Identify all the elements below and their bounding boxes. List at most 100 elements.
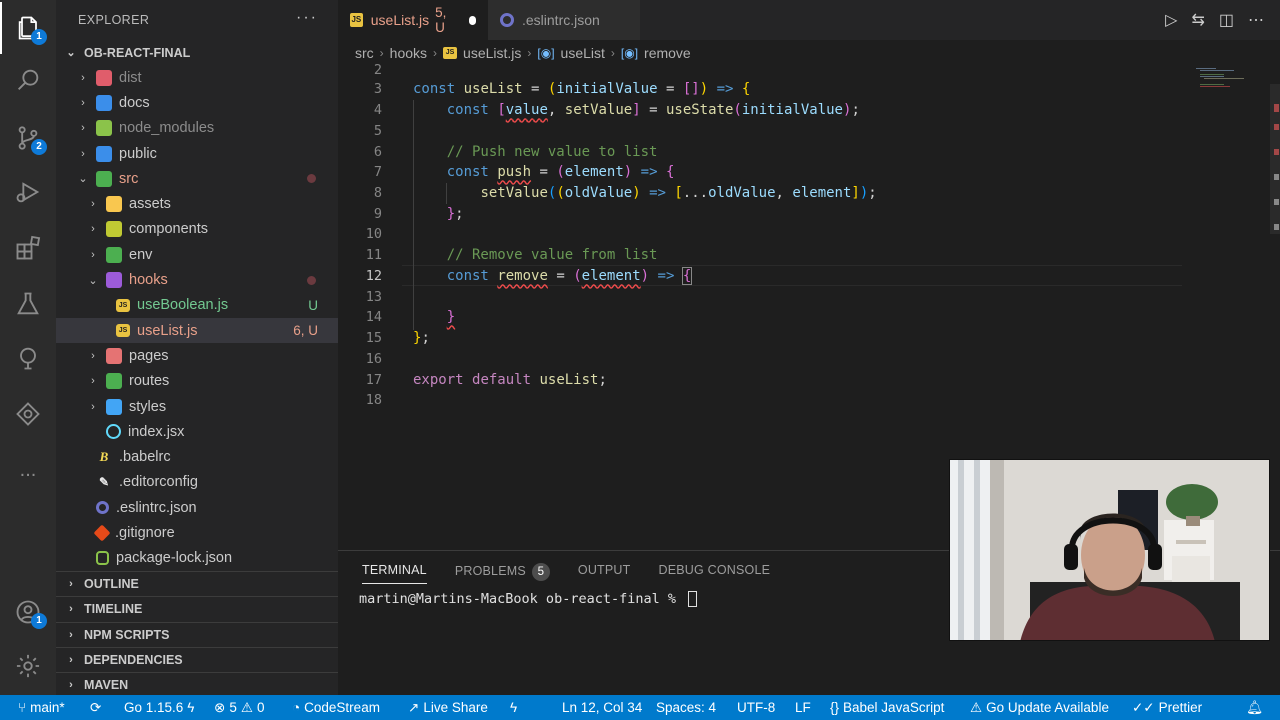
code-text: }; xyxy=(413,330,430,347)
activity-bar: 1 2 ... 1 xyxy=(0,0,56,695)
sync-icon[interactable]: ⟳ xyxy=(90,695,101,720)
chevron-right-icon: › xyxy=(610,46,615,60)
tree-item-dist[interactable]: › dist xyxy=(56,65,338,90)
section-label: DEPENDENCIES xyxy=(84,652,183,667)
tree-item-routes[interactable]: › routes xyxy=(56,369,338,394)
section-outline[interactable]: › OUTLINE xyxy=(56,570,338,596)
folder-routes-icon xyxy=(106,373,122,390)
extensions-icon[interactable] xyxy=(0,222,56,274)
tab-uselist[interactable]: JS useList.js 5, U xyxy=(338,0,488,40)
lightning-icon[interactable]: ϟ xyxy=(510,695,517,720)
run-icon[interactable]: ▷ xyxy=(1165,10,1177,30)
tree-item-editorconfig[interactable]: ✎ .editorconfig xyxy=(56,470,338,495)
notifications-bell-icon[interactable]: 🔔︎ xyxy=(1246,695,1263,720)
remote-explorer-icon[interactable] xyxy=(0,332,56,384)
tree-item-hooks[interactable]: ⌄ hooks xyxy=(56,267,338,292)
webcam-image xyxy=(950,460,1269,640)
tab-eslintrc[interactable]: .eslintrc.json xyxy=(488,0,640,40)
codestream-icon: ◔ xyxy=(292,700,301,715)
branch-indicator[interactable]: ⑂ main* xyxy=(18,695,65,720)
settings-gear-icon[interactable] xyxy=(0,640,56,692)
folder-pages-icon xyxy=(106,347,122,364)
line-number: 15 xyxy=(365,330,382,347)
unsaved-dot-icon[interactable] xyxy=(468,15,477,25)
tree-item-label: package-lock.json xyxy=(116,550,233,567)
cursor-position[interactable]: Ln 12, Col 34 xyxy=(562,695,642,720)
line-number: 9 xyxy=(373,206,382,223)
tree-item-docs[interactable]: › docs xyxy=(56,90,338,115)
go-version[interactable]: Go 1.15.6 ϟ xyxy=(124,695,194,720)
source-control-icon[interactable]: 2 xyxy=(0,112,56,164)
tree-item-package-lock[interactable]: package-lock.json xyxy=(56,546,338,571)
prettier-button[interactable]: ✓✓ Prettier xyxy=(1132,695,1202,720)
section-timeline[interactable]: › TIMELINE xyxy=(56,596,338,621)
tree-item-useboolean[interactable]: JS useBoolean.js U xyxy=(56,293,338,318)
minimap[interactable] xyxy=(1196,66,1266,96)
tree-item-uselist[interactable]: JS useList.js 6, U xyxy=(56,317,338,344)
tab-terminal[interactable]: TERMINAL xyxy=(362,563,427,584)
section-dependencies[interactable]: › DEPENDENCIES xyxy=(56,646,338,672)
tree-item-public[interactable]: › public xyxy=(56,141,338,166)
terminal-output[interactable]: martin@Martins-MacBook ob-react-final % xyxy=(359,591,698,607)
warning-icon: ⚠ xyxy=(240,699,253,715)
tree-item-pages[interactable]: › pages xyxy=(56,343,338,368)
tree-item-babelrc[interactable]: B .babelrc xyxy=(56,444,338,469)
split-editor-icon[interactable]: ◫ xyxy=(1219,10,1234,30)
explorer-more-icon[interactable]: ··· xyxy=(296,9,318,27)
prettier-label: Prettier xyxy=(1158,700,1203,715)
search-icon[interactable] xyxy=(0,54,56,106)
scrollbar[interactable] xyxy=(1268,84,1280,244)
breadcrumb-src[interactable]: src xyxy=(355,45,374,61)
code-line: 5 xyxy=(338,121,1198,142)
tab-problems[interactable]: PROBLEMS 5 xyxy=(455,563,550,584)
codestream-button[interactable]: ◔ CodeStream xyxy=(292,695,380,720)
tree-item-gitignore[interactable]: .gitignore xyxy=(56,520,338,545)
tree-item-label: public xyxy=(119,145,157,162)
gitlens-icon[interactable] xyxy=(0,388,56,440)
branch-name: main* xyxy=(30,700,65,715)
line-number: 11 xyxy=(365,247,382,264)
tree-item-assets[interactable]: › assets xyxy=(56,191,338,216)
end-of-line[interactable]: LF xyxy=(795,695,811,720)
tree-item-env[interactable]: › env xyxy=(56,242,338,267)
accounts-icon[interactable]: 1 xyxy=(0,586,56,638)
workspace-root[interactable]: ⌄ OB-REACT-FINAL xyxy=(56,40,338,65)
language-mode[interactable]: {} Babel JavaScript xyxy=(830,695,944,720)
section-maven[interactable]: › MAVEN xyxy=(56,672,338,695)
testing-flask-icon[interactable] xyxy=(0,278,56,330)
problems-indicator[interactable]: ⊗ 5 ⚠ 0 xyxy=(214,695,264,720)
tree-item-label: useList.js xyxy=(137,322,198,339)
run-debug-icon[interactable] xyxy=(0,166,56,218)
breadcrumb-file[interactable]: useList.js xyxy=(463,45,521,61)
breadcrumb-remove[interactable]: remove xyxy=(644,45,691,61)
line-number: 13 xyxy=(365,289,382,306)
tab-output[interactable]: OUTPUT xyxy=(578,563,631,584)
line-number: 5 xyxy=(373,123,382,140)
go-update-button[interactable]: ⚠ Go Update Available xyxy=(970,695,1109,720)
line-number: 14 xyxy=(365,309,382,326)
tree-item-src[interactable]: ⌄ src xyxy=(56,166,338,191)
tree-item-components[interactable]: › components xyxy=(56,217,338,242)
section-npm-scripts[interactable]: › NPM SCRIPTS xyxy=(56,621,338,647)
compare-icon[interactable]: ⇆ xyxy=(1191,10,1204,30)
code-line: 17 export default useList; xyxy=(338,370,1198,391)
tree-item-label: useBoolean.js xyxy=(137,297,229,314)
tree-item-styles[interactable]: › styles xyxy=(56,394,338,419)
breadcrumb-uselist[interactable]: useList xyxy=(561,45,605,61)
tree-item-eslintrc[interactable]: .eslintrc.json xyxy=(56,495,338,520)
indentation[interactable]: Spaces: 4 xyxy=(656,695,716,720)
encoding[interactable]: UTF-8 xyxy=(737,695,775,720)
symbol-variable-icon: [◉] xyxy=(620,46,639,60)
git-status: U xyxy=(308,297,318,313)
js-file-icon: JS xyxy=(116,298,130,312)
breadcrumb-hooks[interactable]: hooks xyxy=(390,45,427,61)
tab-debug-console[interactable]: DEBUG CONSOLE xyxy=(658,563,770,584)
tree-item-node-modules[interactable]: › node_modules xyxy=(56,116,338,141)
live-share-label: Live Share xyxy=(423,700,488,715)
more-actions-icon[interactable]: ⋯ xyxy=(1248,10,1264,30)
more-icon[interactable]: ... xyxy=(0,444,56,496)
tree-item-index-jsx[interactable]: index.jsx xyxy=(56,419,338,444)
explorer-icon[interactable]: 1 xyxy=(0,2,56,54)
chevron-right-icon: › xyxy=(91,248,95,261)
live-share-button[interactable]: ↗ Live Share xyxy=(408,695,488,720)
